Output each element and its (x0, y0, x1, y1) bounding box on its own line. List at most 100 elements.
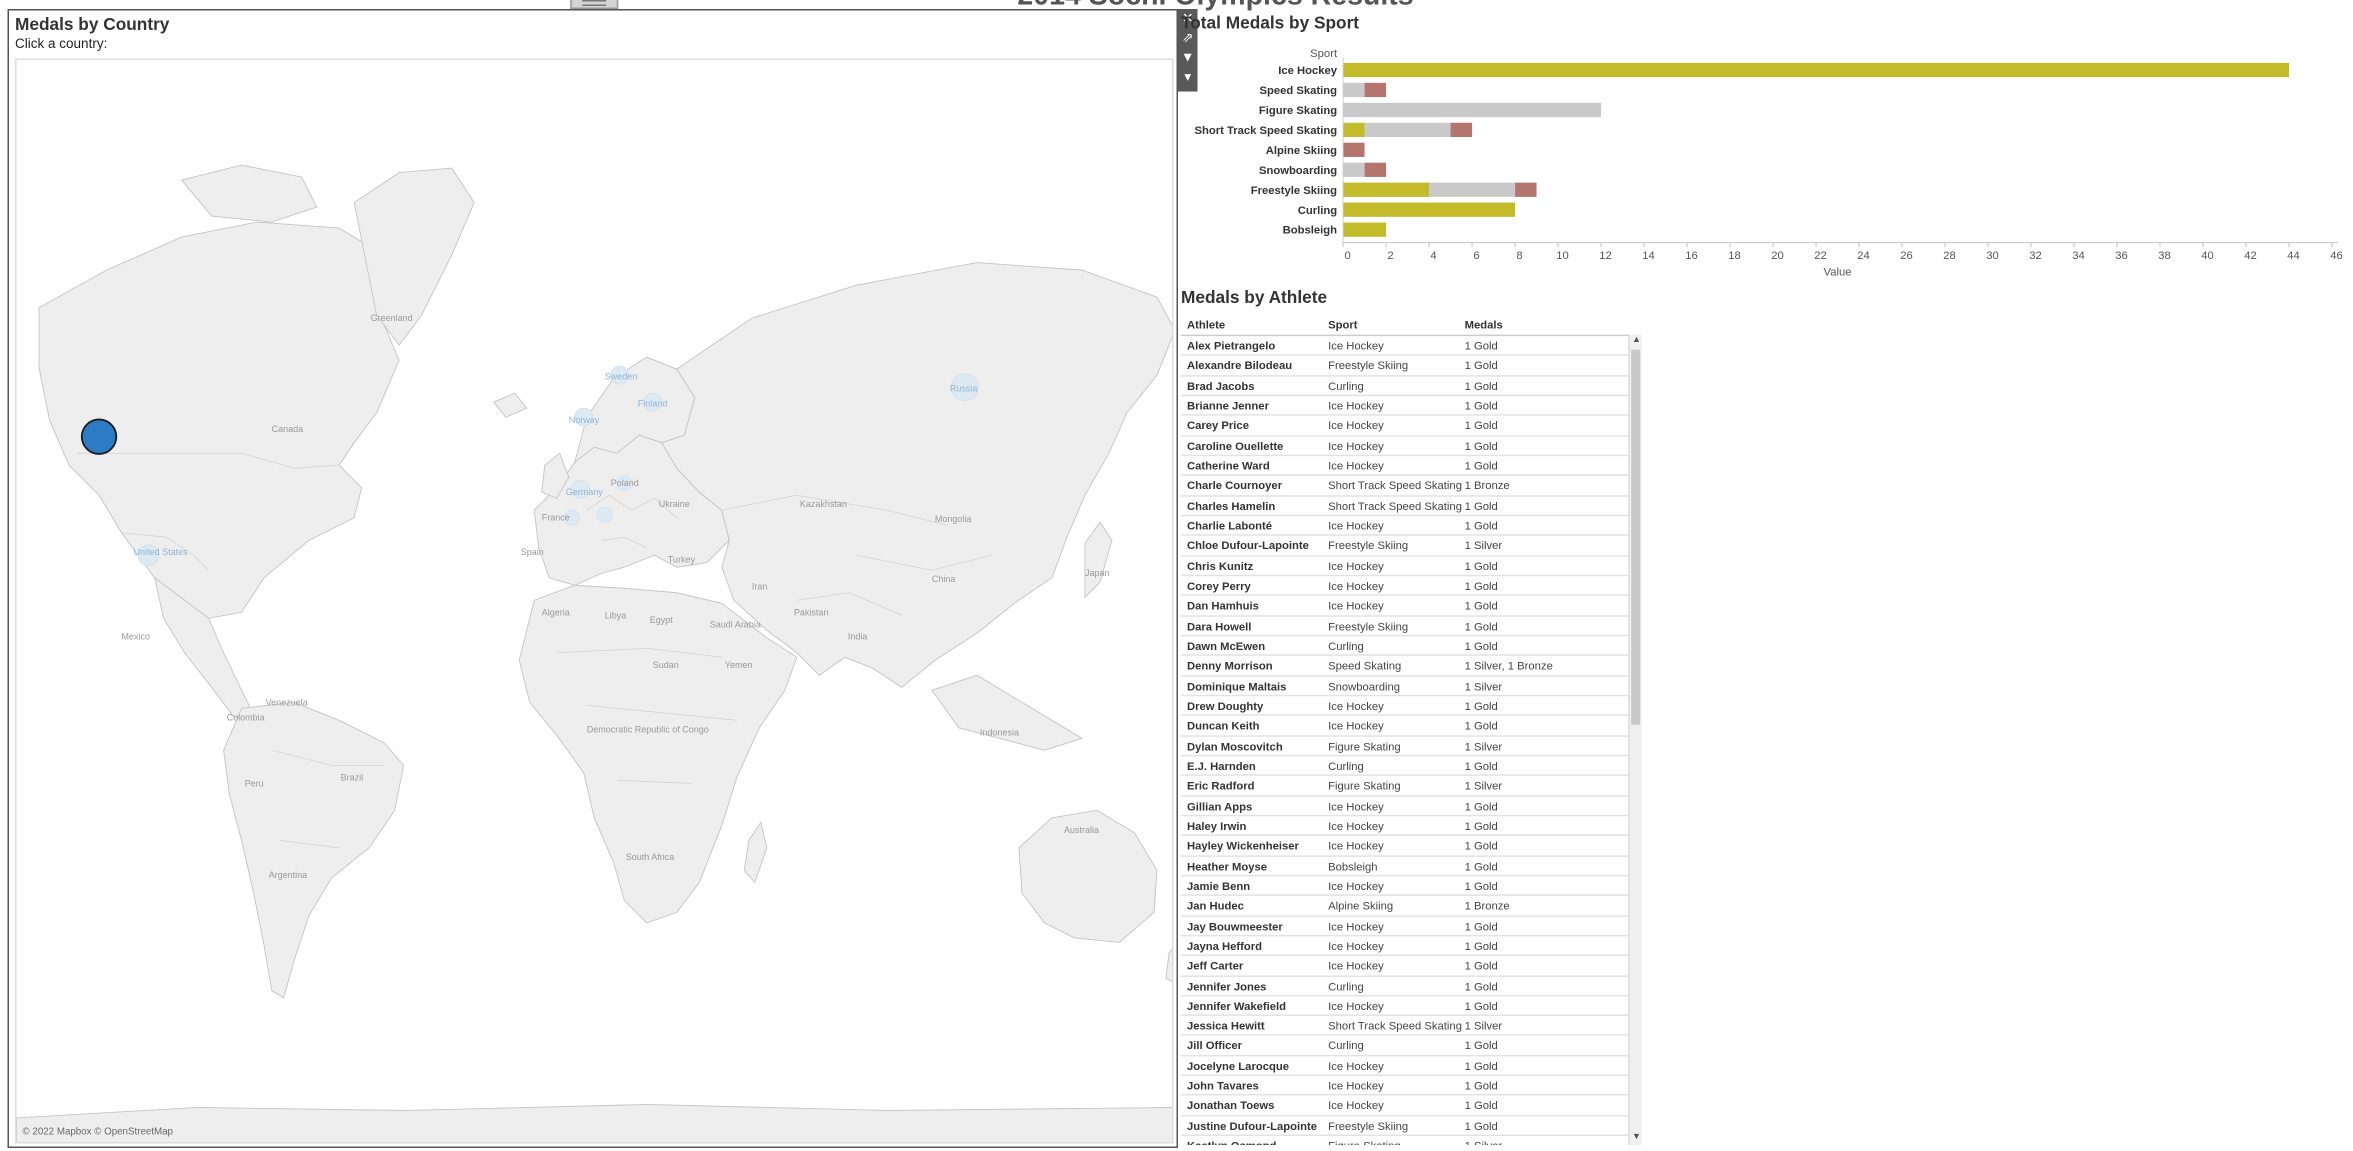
table-row[interactable]: Drew Doughty Ice Hockey 1 Gold (1181, 696, 1629, 717)
bar-gold-segment[interactable] (1343, 62, 2289, 78)
header-sport[interactable]: Sport (1328, 318, 1357, 332)
bar-bronze-segment[interactable] (1343, 142, 1365, 157)
athlete-cell: Alexandre Bilodeau (1187, 359, 1293, 373)
table-row[interactable]: Kaetlyn Osmond Figure Skating 1 Silver (1181, 1136, 1628, 1145)
table-row[interactable]: Jennifer Wakefield Ice Hockey 1 Gold (1181, 996, 1629, 1017)
table-row[interactable]: Jocelyne Larocque Ice Hockey 1 Gold (1181, 1056, 1629, 1077)
iceland-shape (492, 392, 528, 418)
table-row[interactable]: Jayna Hefford Ice Hockey 1 Gold (1181, 936, 1629, 957)
athlete-cell: Brad Jacobs (1187, 379, 1255, 393)
table-row[interactable]: Gillian Apps Ice Hockey 1 Gold (1181, 796, 1629, 817)
category-label[interactable]: Snowboarding (1259, 165, 1337, 177)
medals-cell: 1 Gold (1464, 399, 1498, 413)
canada-medal-marker[interactable] (80, 418, 118, 455)
medals-cell: 1 Gold (1464, 599, 1498, 613)
table-row[interactable]: Brianne Jenner Ice Hockey 1 Gold (1181, 396, 1629, 417)
category-label[interactable]: Short Track Speed Skating (1195, 125, 1338, 137)
table-row[interactable]: Charles Hamelin Short Track Speed Skating… (1181, 496, 1629, 517)
header-athlete[interactable]: Athlete (1187, 318, 1225, 332)
x-tick-label: 42 (2244, 250, 2257, 262)
category-label[interactable]: Curling (1298, 205, 1337, 217)
bar-bronze-segment[interactable] (1515, 182, 1537, 197)
table-row[interactable]: Alex Pietrangelo Ice Hockey 1 Gold (1181, 336, 1629, 357)
medals-cell: 1 Gold (1464, 979, 1498, 993)
athlete-cell: Denny Morrison (1187, 659, 1273, 673)
world-map[interactable]: Greenland Canada United States Mexico Ve… (15, 58, 1174, 1144)
table-row[interactable]: Jill Officer Curling 1 Gold (1181, 1036, 1629, 1057)
bar-bronze-segment[interactable] (1450, 122, 1473, 138)
table-row[interactable]: John Tavares Ice Hockey 1 Gold (1181, 1076, 1629, 1097)
category-label[interactable]: Bobsleigh (1283, 225, 1338, 237)
drag-handle[interactable] (570, 0, 619, 10)
table-row[interactable]: Heather Moyse Bobsleigh 1 Gold (1181, 856, 1629, 877)
table-row[interactable]: Denny Morrison Speed Skating 1 Silver, 1 B… (1181, 656, 1629, 677)
label-sudan: Sudan (653, 660, 679, 670)
bar-silver-segment[interactable] (1343, 82, 1365, 98)
table-row[interactable]: Jay Bouwmeester Ice Hockey 1 Gold (1181, 916, 1629, 937)
table-row[interactable]: Hayley Wickenheiser Ice Hockey 1 Gold (1181, 836, 1629, 857)
label-turkey: Turkey (668, 555, 696, 565)
table-row[interactable]: Corey Perry Ice Hockey 1 Gold (1181, 576, 1629, 597)
table-row[interactable]: Jonathan Toews Ice Hockey 1 Gold (1181, 1096, 1629, 1117)
table-row[interactable]: Dara Howell Freestyle Skiing 1 Gold (1181, 616, 1629, 637)
medals-cell: 1 Gold (1464, 579, 1498, 593)
bar-silver-segment[interactable] (1343, 102, 1602, 118)
scroll-thumb[interactable] (1631, 349, 1641, 725)
bar-silver-segment[interactable] (1343, 162, 1365, 177)
table-row[interactable]: Charlie Labonté Ice Hockey 1 Gold (1181, 516, 1629, 537)
table-row[interactable]: Brad Jacobs Curling 1 Gold (1181, 376, 1629, 397)
table-row[interactable]: Jessica Hewitt Short Track Speed Skating 1… (1181, 1016, 1629, 1037)
category-label[interactable]: Freestyle Skiing (1251, 185, 1337, 197)
x-tick-label: 32 (2029, 250, 2042, 262)
label-china: China (932, 574, 956, 584)
scroll-up-icon[interactable]: ▲ (1630, 335, 1644, 349)
medals-cell: 1 Gold (1464, 419, 1498, 433)
sport-cell: Figure Skating (1328, 779, 1401, 793)
table-row[interactable]: Carey Price Ice Hockey 1 Gold (1181, 416, 1629, 437)
table-row[interactable]: Jeff Carter Ice Hockey 1 Gold (1181, 956, 1629, 977)
table-row[interactable]: Eric Radford Figure Skating 1 Silver (1181, 776, 1629, 797)
x-tick-label: 8 (1516, 250, 1522, 262)
scroll-down-icon[interactable]: ▼ (1630, 1131, 1644, 1145)
label-venezuela: Venezuela (266, 697, 308, 707)
category-label[interactable]: Speed Skating (1260, 85, 1338, 97)
label-peru: Peru (245, 778, 264, 788)
table-row[interactable]: Chloe Dufour-Lapointe Freestyle Skiing 1 S… (1181, 536, 1629, 557)
bar-gold-segment[interactable] (1343, 182, 1430, 197)
bar-gold-segment[interactable] (1343, 202, 1516, 217)
table-row[interactable]: Charle Cournoyer Short Track Speed Skatin… (1181, 476, 1629, 497)
bar-gold-segment[interactable] (1343, 222, 1387, 237)
table-scrollbar[interactable]: ▲ ▼ (1628, 334, 1644, 1145)
category-label[interactable]: Alpine Skiing (1266, 145, 1337, 157)
table-row[interactable]: Catherine Ward Ice Hockey 1 Gold (1181, 456, 1629, 477)
bar-bronze-segment[interactable] (1364, 162, 1387, 177)
table-row[interactable]: Dominique Maltais Snowboarding 1 Silver (1181, 676, 1629, 697)
table-row[interactable]: E.J. Harnden Curling 1 Gold (1181, 756, 1629, 777)
bar-gold-segment[interactable] (1343, 122, 1365, 138)
bar-bronze-segment[interactable] (1364, 82, 1387, 98)
athlete-cell: Dominique Maltais (1187, 679, 1287, 693)
table-row[interactable]: Dan Hamhuis Ice Hockey 1 Gold (1181, 596, 1629, 617)
table-row[interactable]: Duncan Keith Ice Hockey 1 Gold (1181, 716, 1629, 737)
athlete-table-body[interactable]: Alex Pietrangelo Ice Hockey 1 Gold Alexandr… (1181, 334, 1629, 1145)
table-row[interactable]: Jamie Benn Ice Hockey 1 Gold (1181, 876, 1629, 897)
map-attribution: © 2022 Mapbox © OpenStreetMap (22, 1126, 173, 1138)
medals-cell: 1 Gold (1464, 839, 1498, 853)
table-row[interactable]: Haley Irwin Ice Hockey 1 Gold (1181, 816, 1629, 837)
table-row[interactable]: Justine Dufour-Lapointe Freestyle Skiing 1… (1181, 1116, 1629, 1137)
table-row[interactable]: Dylan Moscovitch Figure Skating 1 Silver (1181, 736, 1629, 757)
label-germany: Germany (566, 487, 604, 497)
medals-cell: 1 Gold (1464, 939, 1498, 953)
table-row[interactable]: Dawn McEwen Curling 1 Gold (1181, 636, 1629, 657)
table-row[interactable]: Caroline Ouellette Ice Hockey 1 Gold (1181, 436, 1629, 457)
bar-silver-segment[interactable] (1429, 182, 1516, 197)
table-header: Athlete Sport Medals (1181, 315, 1631, 335)
category-label[interactable]: Figure Skating (1259, 105, 1337, 117)
table-row[interactable]: Jan Hudec Alpine Skiing 1 Bronze (1181, 896, 1629, 917)
bar-silver-segment[interactable] (1364, 122, 1451, 138)
header-medals[interactable]: Medals (1465, 318, 1503, 332)
category-label[interactable]: Ice Hockey (1278, 65, 1338, 77)
table-row[interactable]: Alexandre Bilodeau Freestyle Skiing 1 Gold (1181, 356, 1629, 377)
table-row[interactable]: Jennifer Jones Curling 1 Gold (1181, 976, 1629, 997)
table-row[interactable]: Chris Kunitz Ice Hockey 1 Gold (1181, 556, 1629, 577)
